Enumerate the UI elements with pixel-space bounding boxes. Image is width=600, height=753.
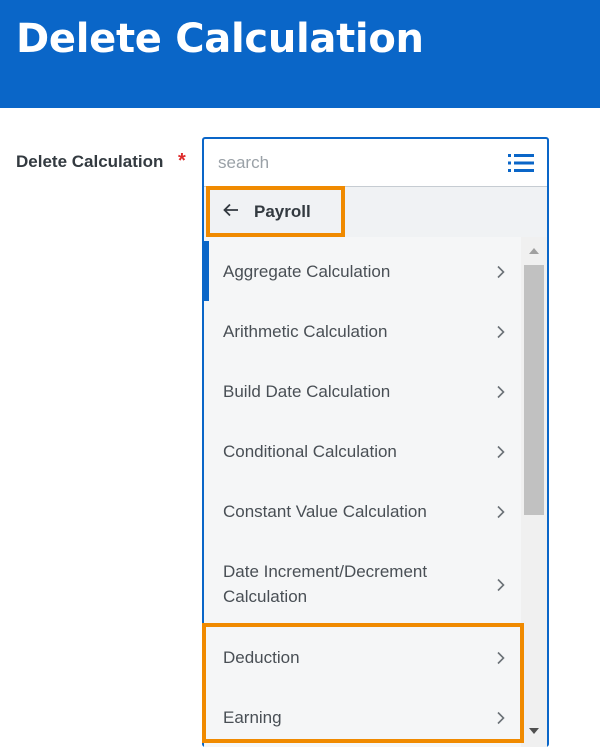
chevron-right-icon xyxy=(497,325,505,339)
list-item[interactable]: Earning xyxy=(204,687,521,747)
list-item[interactable]: Conditional Calculation xyxy=(204,421,521,481)
list-item-label: Date Increment/Decrement Calculation xyxy=(223,562,428,606)
scroll-thumb[interactable] xyxy=(524,265,544,515)
field-label: Delete Calculation xyxy=(16,152,164,171)
chevron-right-icon xyxy=(497,711,505,725)
calculation-list: Aggregate Calculation Arithmetic Calcula… xyxy=(204,237,521,747)
back-to-payroll[interactable]: Payroll xyxy=(204,187,547,237)
list-item-label: Aggregate Calculation xyxy=(223,262,391,281)
list-item-label: Earning xyxy=(223,708,282,727)
list-icon[interactable] xyxy=(508,153,534,173)
chevron-right-icon xyxy=(497,445,505,459)
page-title: Delete Calculation xyxy=(16,16,424,62)
list-item-label: Deduction xyxy=(223,648,300,667)
list-item[interactable]: Date Increment/Decrement Calculation xyxy=(204,541,521,627)
list-item[interactable]: Deduction xyxy=(204,627,521,687)
search-input[interactable] xyxy=(218,151,498,175)
scroll-up-icon[interactable] xyxy=(528,247,540,255)
list-scrollbar[interactable] xyxy=(521,237,547,747)
page-header: Delete Calculation xyxy=(0,0,600,108)
chevron-right-icon xyxy=(497,578,505,592)
chevron-right-icon xyxy=(497,265,505,279)
list-item[interactable]: Arithmetic Calculation xyxy=(204,301,521,361)
chevron-right-icon xyxy=(497,385,505,399)
list-item[interactable]: Constant Value Calculation xyxy=(204,481,521,541)
list-item[interactable]: Aggregate Calculation xyxy=(204,241,521,301)
active-indicator xyxy=(204,241,209,301)
chevron-right-icon xyxy=(497,651,505,665)
search-row xyxy=(204,139,547,187)
calculation-prompt[interactable]: Payroll Aggregate Calculation Arithmetic… xyxy=(202,137,549,747)
list-item-label: Constant Value Calculation xyxy=(223,502,427,521)
list-item-label: Conditional Calculation xyxy=(223,442,397,461)
back-label: Payroll xyxy=(254,202,311,221)
arrow-left-icon xyxy=(223,203,238,217)
list-item[interactable]: Build Date Calculation xyxy=(204,361,521,421)
chevron-right-icon xyxy=(497,505,505,519)
list-item-label: Arithmetic Calculation xyxy=(223,322,388,341)
scroll-down-icon[interactable] xyxy=(528,727,540,735)
list-item-label: Build Date Calculation xyxy=(223,382,391,401)
required-indicator: * xyxy=(178,150,186,172)
